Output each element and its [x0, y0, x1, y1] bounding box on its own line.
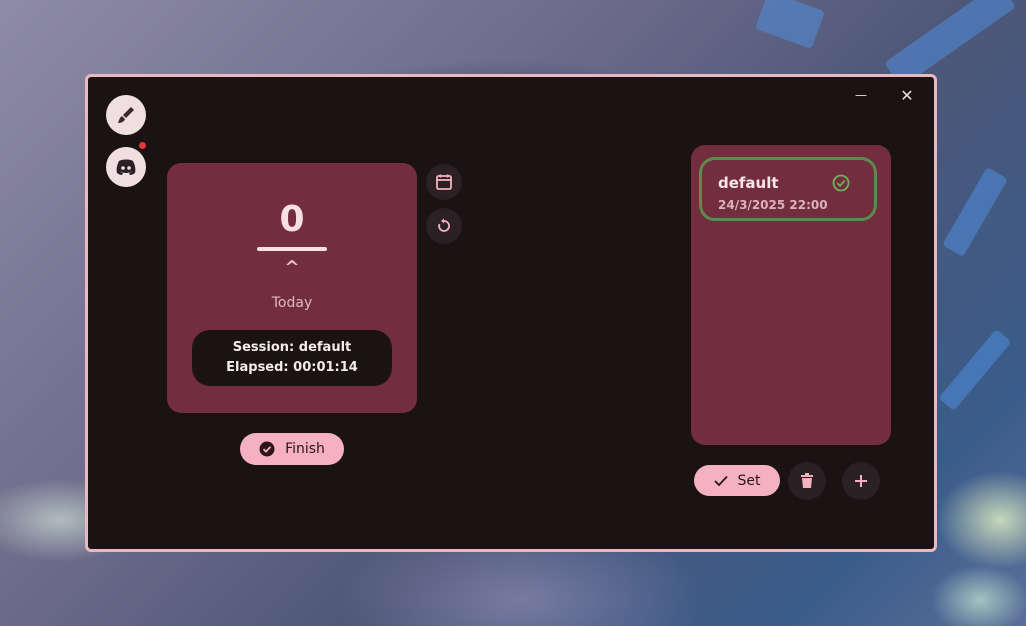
close-button[interactable]: ✕ [894, 83, 920, 107]
sessions-panel: default 24/3/2025 22:00 [691, 145, 891, 445]
set-label: Set [737, 472, 761, 489]
desktop-background: — ✕ 0 ^ Today Session: default Elapsed: … [0, 0, 1026, 626]
notification-dot [139, 142, 146, 149]
calendar-button[interactable] [426, 164, 462, 200]
counter-underline [257, 247, 327, 251]
wallpaper-streak [938, 329, 1012, 411]
theme-brush-button[interactable] [106, 95, 146, 135]
trash-icon [801, 473, 813, 488]
app-window: — ✕ 0 ^ Today Session: default Elapsed: … [85, 74, 937, 552]
active-check-icon [832, 174, 850, 192]
elapsed-line: Elapsed: 00:01:14 [226, 360, 358, 375]
session-info: Session: default Elapsed: 00:01:14 [192, 330, 392, 386]
finish-button[interactable]: Finish [240, 433, 344, 465]
close-icon: ✕ [900, 85, 914, 105]
calendar-icon [436, 174, 452, 190]
reset-button[interactable] [426, 208, 462, 244]
period-label: Today [271, 295, 313, 311]
counter-card: 0 ^ Today Session: default Elapsed: 00:0… [167, 163, 417, 413]
check-circle-icon [259, 441, 275, 457]
period-toggle[interactable]: ^ [167, 257, 417, 278]
discord-icon [116, 159, 136, 175]
wallpaper-streak [754, 0, 826, 50]
brush-icon [118, 107, 134, 123]
session-item-default[interactable]: default 24/3/2025 22:00 [699, 157, 877, 221]
set-button[interactable]: Set [694, 465, 780, 496]
delete-session-button[interactable] [788, 462, 826, 500]
session-line: Session: default [232, 340, 352, 355]
wallpaper-streak [942, 167, 1008, 257]
minimize-button[interactable]: — [848, 83, 874, 107]
minimize-icon: — [855, 88, 867, 102]
add-session-button[interactable] [842, 462, 880, 500]
plus-icon [855, 475, 867, 487]
session-name: default [718, 174, 779, 192]
discord-button[interactable] [106, 147, 146, 187]
check-icon [713, 475, 728, 486]
reset-icon [438, 218, 450, 232]
session-date: 24/3/2025 22:00 [718, 198, 828, 212]
finish-label: Finish [285, 441, 325, 457]
counter-value: 0 [279, 199, 305, 240]
